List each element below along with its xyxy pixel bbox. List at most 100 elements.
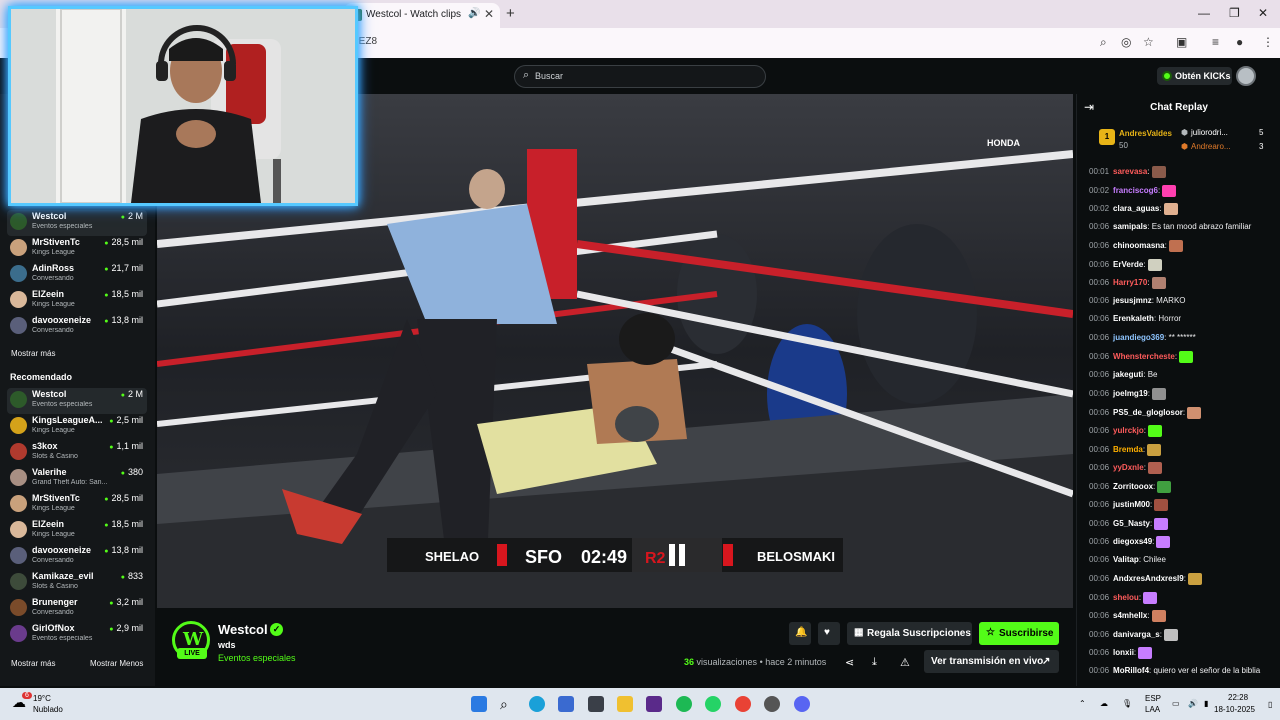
sidebar-item-brunenger[interactable]: Brunenger Conversando 3,2 mil — [7, 596, 147, 622]
sidebar-item-elzeein[interactable]: ElZeein Kings League 18,5 mil — [7, 518, 147, 544]
gift-subs-button[interactable]: ▦ Regala Suscripciones — [847, 622, 972, 645]
edge-icon[interactable] — [529, 696, 545, 712]
gifter-name[interactable]: juliorodri... — [1191, 128, 1228, 137]
chat-username[interactable]: MoRillof4 — [1113, 666, 1149, 675]
app-icon[interactable] — [588, 696, 604, 712]
chat-username[interactable]: ErVerde — [1113, 260, 1143, 269]
browser-tab-active[interactable]: Westcol - Watch clips on Kick 🔊 ✕ — [344, 3, 500, 28]
show-more-link[interactable]: Mostrar más — [11, 349, 55, 358]
chat-username[interactable]: Erenkaleth — [1113, 314, 1154, 323]
sidebar-item-kamikaze[interactable]: Kamikaze_evil Slots & Casino 833 — [7, 570, 147, 596]
chat-username[interactable]: samipals — [1113, 222, 1147, 231]
windows-start-icon[interactable] — [471, 696, 487, 712]
chat-username[interactable]: chinoomasna — [1113, 241, 1165, 250]
sidebar-item-adinross[interactable]: AdinRoss Conversando 21,7 mil — [7, 262, 147, 288]
microphone-icon[interactable]: 🎙 — [1122, 699, 1132, 708]
spotify-icon[interactable] — [676, 696, 692, 712]
show-more-link[interactable]: Mostrar más — [11, 659, 55, 668]
sidebar-item-elzeein[interactable]: ElZeein Kings League 18,5 mil — [7, 288, 147, 314]
chat-username[interactable]: lonxii — [1113, 648, 1134, 657]
sidebar-item-davooxeneize[interactable]: davooxeneize Conversando 13,8 mil — [7, 544, 147, 570]
sidebar-item-kingsleague[interactable]: KingsLeagueA... Kings League 2,5 mil — [7, 414, 147, 440]
chat-username[interactable]: yyDxnle — [1113, 463, 1144, 472]
close-window-icon[interactable]: ✕ — [1258, 6, 1268, 20]
tray-app-icon[interactable]: ☁ — [1100, 699, 1108, 708]
tab-close-icon[interactable]: ✕ — [484, 7, 494, 21]
chat-username[interactable]: Harry170 — [1113, 278, 1147, 287]
chat-username[interactable]: Zorritooox — [1113, 482, 1153, 491]
chat-username[interactable]: Bremda — [1113, 445, 1143, 454]
chat-username[interactable]: justinM00 — [1113, 500, 1150, 509]
chat-username[interactable]: clara_aguas — [1113, 204, 1159, 213]
viewer-count: 28,5 mil — [104, 493, 143, 503]
profile-icon[interactable]: ● — [1236, 35, 1243, 49]
file-explorer-icon[interactable] — [617, 696, 633, 712]
chat-username[interactable]: jakeguti — [1113, 370, 1143, 379]
chat-username[interactable]: s4mhellx — [1113, 611, 1147, 620]
subscribe-button[interactable]: ☆ Suscribirse — [979, 622, 1059, 645]
sidebar-item-s3kox[interactable]: s3kox Slots & Casino 1,1 mil — [7, 440, 147, 466]
notification-icon[interactable]: ▯ — [1268, 700, 1272, 709]
sidebar-item-mrstiventc[interactable]: MrStivenTc Kings League 28,5 mil — [7, 492, 147, 518]
stream-category[interactable]: Eventos especiales — [218, 653, 296, 663]
bookmark-star-icon[interactable]: ☆ — [1143, 35, 1154, 49]
chat-username[interactable]: danivarga_s — [1113, 630, 1160, 639]
gifter-name[interactable]: Andrearo... — [1191, 142, 1231, 151]
chrome-icon[interactable] — [735, 696, 751, 712]
eye-off-icon[interactable]: ◎ — [1121, 35, 1131, 49]
sidebar-item-davooxeneize[interactable]: davooxeneize Conversando 13,8 mil — [7, 314, 147, 340]
get-kicks-button[interactable]: Obtén KICKs — [1157, 67, 1232, 85]
tab-audio-icon[interactable]: 🔊 — [468, 8, 480, 19]
download-icon[interactable]: ⤓ — [872, 656, 877, 669]
chat-username[interactable]: yulrckjo — [1113, 426, 1144, 435]
steam-icon[interactable] — [764, 696, 780, 712]
chat-username[interactable]: joelmg19 — [1113, 389, 1148, 398]
zoom-icon[interactable]: ⌕ — [1100, 35, 1107, 50]
network-icon[interactable]: ▭ — [1172, 699, 1180, 708]
extensions-icon[interactable]: ▣ — [1176, 35, 1187, 49]
battery-icon[interactable]: ▮ — [1204, 699, 1208, 708]
follow-button[interactable]: ♥ — [818, 622, 840, 645]
sidebar-item-valerihe[interactable]: Valerihe Grand Theft Auto: San... 380 — [7, 466, 147, 492]
sidebar-item-girlofnox[interactable]: GirlOfNox Eventos especiales 2,9 mil — [7, 622, 147, 648]
chat-username[interactable]: Whenstercheste — [1113, 352, 1175, 361]
app-icon[interactable] — [646, 696, 662, 712]
watch-live-button[interactable]: Ver transmisión en vivo ↗ — [924, 650, 1059, 673]
sidebar-item-mrstiventc[interactable]: MrStivenTc Kings League 28,5 mil — [7, 236, 147, 262]
search-input[interactable]: ⌕ Buscar — [514, 65, 766, 88]
clock-date[interactable]: 18-10-2025 — [1214, 705, 1255, 714]
report-icon[interactable]: ⚠ — [900, 656, 910, 669]
chat-username[interactable]: PS5_de_gloglosor — [1113, 408, 1183, 417]
volume-icon[interactable]: 🔊 — [1188, 699, 1198, 708]
chat-username[interactable]: juandiego369 — [1113, 333, 1164, 342]
chat-username[interactable]: jesusjmnz — [1113, 296, 1152, 305]
language-bottom[interactable]: LAA — [1145, 705, 1160, 714]
channel-name[interactable]: Westcol — [218, 622, 268, 637]
chat-username[interactable]: diegoxs49 — [1113, 537, 1152, 546]
chat-username[interactable]: G5_Nasty — [1113, 519, 1150, 528]
share-icon[interactable]: ⋖ — [845, 656, 854, 669]
whatsapp-icon[interactable] — [705, 696, 721, 712]
discord-icon[interactable] — [794, 696, 810, 712]
minimize-icon[interactable]: — — [1198, 6, 1210, 20]
chat-username[interactable]: franciscog6 — [1113, 186, 1158, 195]
chat-username[interactable]: shelou — [1113, 593, 1139, 602]
top-gifter-name[interactable]: AndresValdes — [1119, 129, 1172, 138]
sidebar-item-westcol[interactable]: Westcol Eventos especiales 2 M — [7, 210, 147, 236]
new-tab-icon[interactable]: + — [506, 5, 515, 22]
user-avatar[interactable] — [1236, 66, 1256, 86]
search-taskbar-icon[interactable]: ⌕ — [500, 696, 516, 712]
tray-overflow-icon[interactable]: ⌃ — [1079, 699, 1086, 708]
maximize-icon[interactable]: ❐ — [1229, 6, 1240, 20]
sidebar-item-westcol[interactable]: Westcol Eventos especiales 2 M — [7, 388, 147, 414]
menu-dots-icon[interactable]: ⋮ — [1262, 35, 1274, 49]
chat-username[interactable]: AndxresAndxresl9 — [1113, 574, 1184, 583]
clock-time[interactable]: 22:28 — [1228, 693, 1248, 702]
store-icon[interactable] — [558, 696, 574, 712]
chat-username[interactable]: sarevasa — [1113, 167, 1147, 176]
notifications-button[interactable]: 🔔 — [789, 622, 811, 645]
show-less-link[interactable]: Mostrar Menos — [90, 659, 143, 668]
chat-username[interactable]: Valitap — [1113, 555, 1139, 564]
language-top[interactable]: ESP — [1145, 694, 1161, 703]
media-icon[interactable]: ≡ — [1212, 35, 1219, 49]
